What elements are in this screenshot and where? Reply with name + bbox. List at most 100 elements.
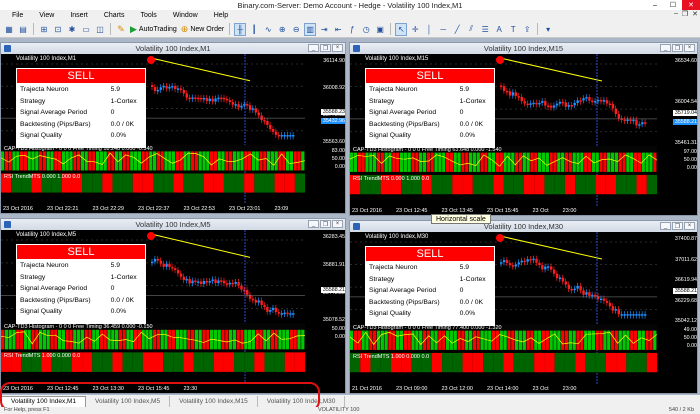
menu-view[interactable]: View — [31, 12, 62, 19]
profiles-icon[interactable]: ▤ — [17, 23, 29, 36]
equidistant-channel-icon[interactable]: ⫽ — [465, 23, 477, 36]
maximize-button[interactable]: ☐ — [664, 0, 682, 10]
chart-window-m1[interactable]: Volatility 100 Index,M1 _ ❐ × Volatility 1… — [0, 42, 346, 214]
metaeditor-icon[interactable]: ✎ — [115, 23, 127, 36]
terminal-icon[interactable]: ▭ — [80, 23, 92, 36]
text-label-icon[interactable]: T — [507, 23, 519, 36]
line-chart-icon[interactable]: ∿ — [262, 23, 274, 36]
timeframe-selector[interactable]: ▾ — [542, 23, 554, 36]
close-button[interactable]: ✕ — [682, 0, 700, 10]
histogram-bar — [221, 329, 225, 350]
menu-charts[interactable]: Charts — [96, 12, 133, 19]
restore-icon[interactable]: ❐ — [672, 44, 683, 52]
rsi-block — [284, 352, 295, 372]
close-icon[interactable]: × — [332, 220, 343, 228]
auto-scroll-icon[interactable]: ⇥ — [318, 23, 330, 36]
chart-window-caption[interactable]: Volatility 100 Index,M5 _ ❐ × — [1, 219, 345, 230]
minimize-icon[interactable]: _ — [308, 44, 319, 52]
market-watch-icon[interactable]: ⊞ — [38, 23, 50, 36]
chart-window-m30[interactable]: Volatility 100 Index,M30 _ ❐ × Volatility … — [349, 220, 698, 394]
candle — [220, 280, 223, 282]
navigator-icon[interactable]: ✱ — [66, 23, 78, 36]
rsi-block — [82, 352, 93, 372]
crosshair-icon[interactable]: ✛ — [409, 23, 421, 36]
close-icon[interactable]: × — [684, 44, 695, 52]
menu-insert[interactable]: Insert — [62, 12, 96, 19]
histogram-bar — [622, 330, 626, 350]
bar-chart-icon[interactable]: ╫ — [234, 22, 247, 36]
histogram-bar — [511, 330, 515, 350]
price-chart[interactable]: Volatility 100 Index,M1 SELL Trajecta Neur… — [1, 54, 345, 213]
chart-window-caption[interactable]: Volatility 100 Index,M1 _ ❐ × — [1, 43, 345, 54]
mdi-restore-button[interactable]: ❐ — [682, 10, 688, 18]
histogram-bar — [289, 329, 293, 350]
tester-icon[interactable]: ◫ — [94, 23, 106, 36]
candle — [535, 258, 538, 263]
menu-help[interactable]: Help — [206, 12, 236, 19]
minimize-button[interactable]: – — [646, 0, 664, 10]
restore-icon[interactable]: ❐ — [320, 44, 331, 52]
histogram-bar — [130, 151, 134, 171]
zoom-in-icon[interactable]: ⊕ — [276, 23, 288, 36]
candle — [632, 119, 635, 122]
minimize-icon[interactable]: _ — [308, 220, 319, 228]
data-window-icon[interactable]: ⊡ — [52, 23, 64, 36]
price-chart[interactable]: Volatility 100 Index,M15 SELL Trajecta Neu… — [350, 54, 697, 215]
chart-window-caption[interactable]: Volatility 100 Index,M30 _ ❐ × — [350, 221, 697, 232]
tile-windows-icon[interactable]: ▥ — [304, 22, 317, 36]
text-icon[interactable]: A — [493, 23, 505, 36]
time-scale[interactable]: 21 Oct 2016 23 Oct 09:00 23 Oct 12:00 23 Oc… — [350, 384, 697, 393]
rsi-block — [462, 174, 473, 195]
rsi-block — [92, 173, 103, 193]
panel-row-value: 0 — [459, 109, 464, 117]
close-icon[interactable]: × — [684, 222, 695, 230]
restore-icon[interactable]: ❐ — [672, 222, 683, 230]
mdi-minimize-button[interactable]: – — [674, 10, 678, 18]
rsi-block — [254, 173, 265, 193]
indicators-icon[interactable]: ƒ — [346, 23, 358, 36]
chart-shift-icon[interactable]: ⇤ — [332, 23, 344, 36]
panel-row-label: Trajecta Neuron — [369, 264, 418, 272]
candlestick-icon[interactable]: ┃ — [248, 23, 260, 36]
chart-window-caption[interactable]: Volatility 100 Index,M15 _ ❐ × — [350, 43, 697, 54]
cursor-icon[interactable]: ↖ — [395, 22, 408, 36]
mdi-close-button[interactable]: ✕ — [692, 10, 698, 18]
histogram-bar — [206, 329, 210, 350]
panel-row-label: Strategy — [20, 273, 46, 281]
menu-tools[interactable]: Tools — [132, 12, 164, 19]
signal-dot — [496, 56, 504, 64]
fibonacci-icon[interactable]: ☰ — [479, 23, 491, 36]
price-scale-label: 36114.90 — [323, 58, 345, 64]
histogram-bar — [476, 330, 480, 350]
minimize-icon[interactable]: _ — [660, 44, 671, 52]
new-order-button[interactable]: ⊕ New Order — [180, 23, 225, 36]
histogram-bar — [65, 329, 69, 350]
templates-icon[interactable]: ▣ — [374, 23, 386, 36]
horizontal-line-icon[interactable]: ─ — [437, 23, 449, 36]
time-scale[interactable]: 23 Oct 2016 23 Oct 12:45 23 Oct 13:45 23 Oc… — [350, 206, 697, 215]
menu-file[interactable]: File — [4, 12, 31, 19]
chart-window-m5[interactable]: Volatility 100 Index,M5 _ ❐ × Volatility 1… — [0, 218, 346, 394]
new-chart-icon[interactable]: ▦ — [3, 23, 15, 36]
trendline-icon[interactable]: ╱ — [451, 23, 463, 36]
histogram-bar — [103, 329, 107, 350]
menu-window[interactable]: Window — [165, 12, 206, 19]
close-icon[interactable]: × — [332, 44, 343, 52]
restore-icon[interactable]: ❐ — [320, 220, 331, 228]
histogram-bar — [270, 151, 274, 171]
time-label: 23 Oct 23:01 — [228, 205, 261, 212]
indicator-scale-label: 50.00 — [683, 157, 697, 164]
histogram-bar — [111, 151, 115, 171]
arrows-icon[interactable]: ⇪ — [521, 23, 533, 36]
chart-window-m15[interactable]: Volatility 100 Index,M15 _ ❐ × Volatility … — [349, 42, 698, 216]
zoom-out-icon[interactable]: ⊖ — [290, 23, 302, 36]
time-scale[interactable]: 23 Oct 2016 23 Oct 22:21 23 Oct 22:29 23 Oc… — [1, 204, 345, 213]
periods-icon[interactable]: ◷ — [360, 23, 372, 36]
rsi-block — [513, 352, 524, 373]
vertical-line-icon[interactable]: │ — [423, 23, 435, 36]
minimize-icon[interactable]: _ — [660, 222, 671, 230]
price-chart[interactable]: Volatility 100 Index,M5 SELL Trajecta Neur… — [1, 230, 345, 393]
autotrading-button[interactable]: ▶ AutoTrading — [129, 23, 178, 36]
price-chart[interactable]: Volatility 100 Index,M30 SELL Trajecta Neu… — [350, 232, 697, 393]
panel-row-label: Trajecta Neuron — [369, 86, 418, 94]
